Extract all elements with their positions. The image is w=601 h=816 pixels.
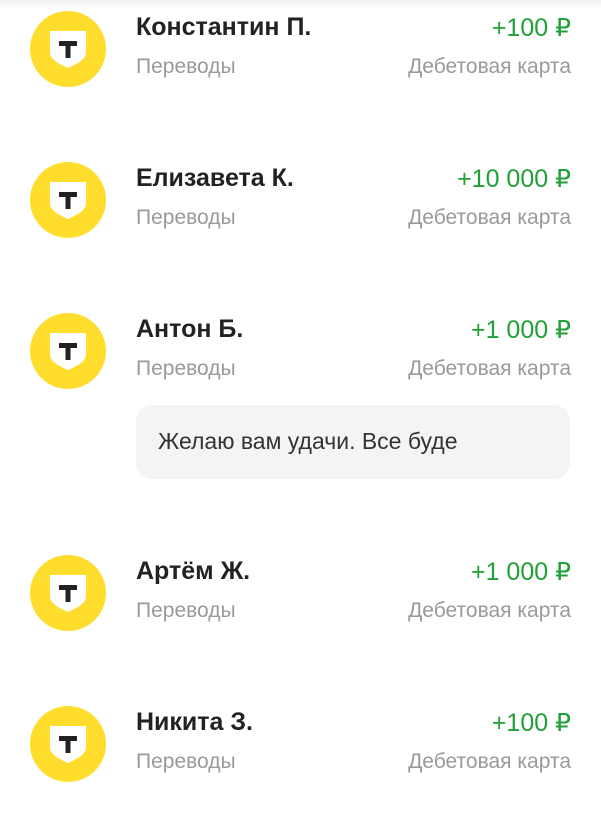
account-type: Дебетовая карта xyxy=(408,55,571,78)
transaction-amount: +100 ₽ xyxy=(491,14,571,42)
transfer-message-text: Желаю вам удачи. Все буде xyxy=(158,428,458,454)
transaction-amount: +10 000 ₽ xyxy=(457,165,571,193)
tbank-logo-icon xyxy=(30,11,106,87)
transaction-row[interactable]: Константин П. Переводы +100 ₽ Дебетовая … xyxy=(0,11,601,121)
transaction-category: Переводы xyxy=(136,750,236,773)
sender-name: Константин П. xyxy=(136,13,312,41)
sender-name: Елизавета К. xyxy=(136,164,294,192)
account-type: Дебетовая карта xyxy=(408,599,571,622)
sender-name: Артём Ж. xyxy=(136,557,251,585)
tbank-logo-icon xyxy=(30,162,106,238)
tbank-logo-icon xyxy=(30,555,106,631)
tbank-logo-icon xyxy=(30,313,106,389)
sender-name: Никита З. xyxy=(136,708,254,736)
transaction-category: Переводы xyxy=(136,55,236,78)
top-shadow xyxy=(0,0,601,10)
transaction-category: Переводы xyxy=(136,357,236,380)
message-fade-overlay xyxy=(490,405,570,479)
account-type: Дебетовая карта xyxy=(408,357,571,380)
transaction-row[interactable]: Елизавета К. Переводы +10 000 ₽ Дебетова… xyxy=(0,162,601,272)
tbank-logo-icon xyxy=(30,706,106,782)
transaction-amount: +1 000 ₽ xyxy=(470,558,571,586)
transaction-row[interactable]: Артём Ж. Переводы +1 000 ₽ Дебетовая кар… xyxy=(0,555,601,665)
sender-name: Антон Б. xyxy=(136,315,244,343)
transaction-category: Переводы xyxy=(136,206,236,229)
account-type: Дебетовая карта xyxy=(408,206,571,229)
transfer-message[interactable]: Желаю вам удачи. Все буде xyxy=(136,405,570,479)
transaction-amount: +1 000 ₽ xyxy=(470,316,571,344)
transaction-amount: +100 ₽ xyxy=(491,709,571,737)
account-type: Дебетовая карта xyxy=(408,750,571,773)
transaction-category: Переводы xyxy=(136,599,236,622)
